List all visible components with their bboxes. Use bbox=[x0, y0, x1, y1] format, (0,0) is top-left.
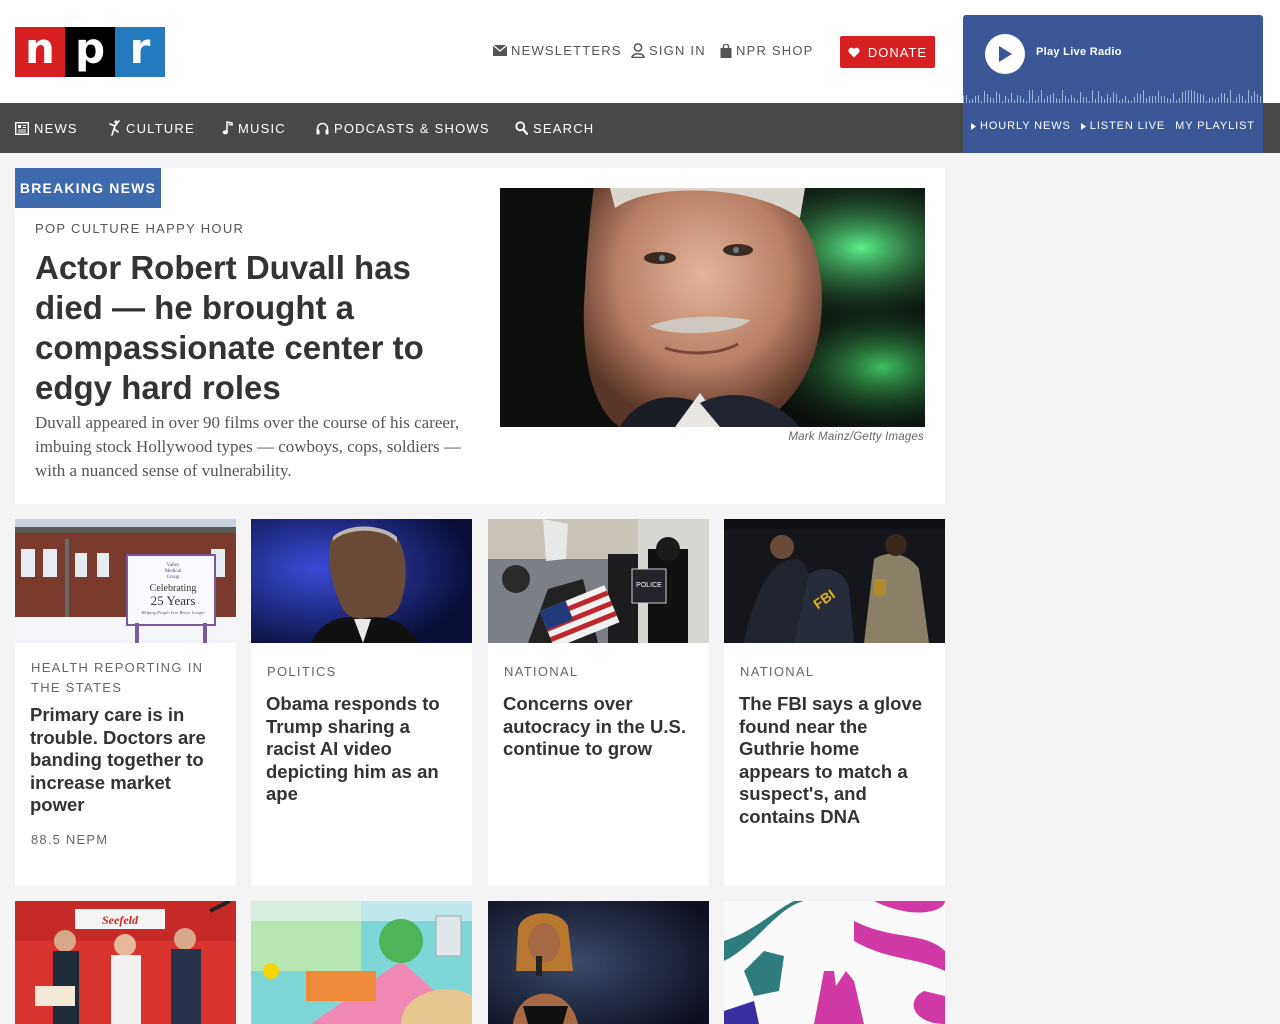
story-image[interactable]: FBI bbox=[724, 519, 945, 643]
audio-waveform-decoration bbox=[963, 90, 1261, 103]
story-headline[interactable]: Primary care is in trouble. Doctors are … bbox=[30, 704, 225, 817]
hero-slug[interactable]: POP CULTURE HAPPY HOUR bbox=[35, 221, 244, 236]
story-card: Politics Obama responds to Trump sharing… bbox=[251, 519, 472, 886]
story-image[interactable]: Valley Medical Group Celebrating 25 Year… bbox=[15, 519, 236, 643]
story-card: FBI National The FBI says a glove found … bbox=[724, 519, 945, 886]
story-image[interactable] bbox=[251, 519, 472, 643]
nav-podcasts-shows[interactable]: Podcasts & Shows bbox=[316, 103, 490, 153]
story-card: Valley Medical Group Celebrating 25 Year… bbox=[15, 519, 236, 886]
story-image-tile[interactable] bbox=[488, 901, 709, 1024]
hero-story: BREAKING NEWS POP CULTURE HAPPY HOUR Act… bbox=[15, 168, 945, 504]
donate-button[interactable]: Donate bbox=[840, 36, 935, 68]
fbi-agents-photo: FBI bbox=[724, 519, 945, 643]
story-headline[interactable]: The FBI says a glove found near the Guth… bbox=[739, 693, 934, 828]
shopping-bag-icon bbox=[720, 43, 732, 58]
sign-in-link[interactable]: Sign In bbox=[631, 43, 706, 58]
user-icon bbox=[631, 43, 645, 58]
live-radio-player: Play Live Radio Hourly News Listen Live … bbox=[963, 15, 1263, 153]
npr-logo[interactable]: n p r bbox=[15, 27, 165, 77]
singer-performance-photo bbox=[488, 901, 709, 1024]
play-live-radio-button[interactable] bbox=[985, 34, 1025, 74]
donate-label: Donate bbox=[867, 44, 928, 60]
npr-shop-link[interactable]: NPR Shop bbox=[720, 43, 814, 58]
seefeld-banner-text: Seefeld bbox=[102, 913, 139, 927]
sign-text-medical: Medical bbox=[165, 569, 182, 574]
breaking-news-badge: BREAKING NEWS bbox=[15, 168, 161, 208]
nav-culture[interactable]: Culture bbox=[108, 103, 195, 153]
nav-music[interactable]: Music bbox=[222, 103, 286, 153]
nav-news-label: News bbox=[34, 120, 78, 136]
story-image-tile[interactable]: Seefeld bbox=[15, 901, 236, 1024]
story-image-tile[interactable] bbox=[251, 901, 472, 1024]
sign-text-valley: Valley bbox=[167, 563, 180, 568]
music-note-icon bbox=[222, 121, 233, 135]
story-slug[interactable]: National bbox=[740, 662, 814, 682]
sign-text-tagline: Helping People Live Better Longer bbox=[140, 610, 204, 615]
story-headline[interactable]: Concerns over autocracy in the U.S. cont… bbox=[503, 693, 698, 761]
nav-podcasts-label: Podcasts & Shows bbox=[334, 120, 490, 136]
collage-food-illustration bbox=[251, 901, 472, 1024]
listen-live-label: Listen Live bbox=[1089, 120, 1166, 132]
sign-text-group: Group bbox=[167, 575, 180, 580]
story-slug[interactable]: Politics bbox=[267, 662, 337, 682]
newspaper-icon bbox=[15, 121, 29, 135]
police-shield-text: POLICE bbox=[636, 582, 662, 589]
robert-duvall-portrait bbox=[500, 188, 925, 427]
story-image-tile[interactable] bbox=[724, 901, 945, 1024]
listen-live-link[interactable]: Listen Live bbox=[1080, 120, 1166, 132]
play-live-radio-label: Play Live Radio bbox=[1036, 46, 1122, 58]
player-links: Hourly News Listen Live My Playlist bbox=[971, 120, 1255, 132]
hands-illustration bbox=[724, 901, 945, 1024]
logo-letter-r: r bbox=[115, 27, 165, 77]
nav-search-label: Search bbox=[533, 120, 595, 136]
story-headline[interactable]: Obama responds to Trump sharing a racist… bbox=[266, 693, 461, 806]
my-playlist-link[interactable]: My Playlist bbox=[1175, 120, 1255, 132]
hourly-news-link[interactable]: Hourly News bbox=[971, 120, 1071, 132]
sign-text-25-years: 25 Years bbox=[151, 593, 196, 608]
clinic-sign-photo: Valley Medical Group Celebrating 25 Year… bbox=[15, 519, 236, 643]
newsletters-link[interactable]: Newsletters bbox=[493, 43, 622, 58]
nav-search[interactable]: Search bbox=[515, 103, 594, 153]
protest-photo: POLICE bbox=[488, 519, 709, 643]
logo-letter-p: p bbox=[65, 27, 115, 77]
search-icon bbox=[515, 121, 528, 135]
obama-photo bbox=[251, 519, 472, 643]
hero-image-credit: Mark Mainz/Getty Images bbox=[788, 431, 924, 443]
sign-in-label: Sign In bbox=[649, 43, 706, 58]
npr-shop-label: NPR Shop bbox=[736, 43, 814, 58]
my-playlist-label: My Playlist bbox=[1175, 120, 1255, 132]
hero-teaser: Duvall appeared in over 90 films over th… bbox=[35, 413, 461, 480]
story-station[interactable]: 88.5 NEPM bbox=[31, 832, 108, 847]
logo-letter-n: n bbox=[15, 27, 65, 77]
story-card: POLICE National Concerns over autocracy … bbox=[488, 519, 709, 886]
nav-culture-label: Culture bbox=[126, 120, 195, 136]
hero-image[interactable] bbox=[500, 188, 925, 427]
story-image[interactable]: POLICE bbox=[488, 519, 709, 643]
story-slug[interactable]: Health Reporting in the States bbox=[31, 658, 221, 698]
skiers-podium-photo: Seefeld bbox=[15, 901, 236, 1024]
play-small-icon bbox=[1080, 122, 1086, 130]
hourly-news-label: Hourly News bbox=[980, 120, 1071, 132]
play-small-icon bbox=[971, 122, 976, 130]
newsletters-label: Newsletters bbox=[511, 43, 622, 58]
play-icon bbox=[999, 46, 1012, 62]
heart-icon bbox=[848, 47, 860, 57]
dancer-icon bbox=[109, 120, 120, 136]
nav-music-label: Music bbox=[238, 120, 286, 136]
hero-headline[interactable]: Actor Robert Duvall has died — he brough… bbox=[35, 248, 465, 408]
envelope-icon bbox=[493, 45, 507, 56]
story-slug[interactable]: National bbox=[504, 662, 578, 682]
headphones-icon bbox=[316, 122, 329, 134]
nav-news[interactable]: News bbox=[15, 103, 78, 153]
